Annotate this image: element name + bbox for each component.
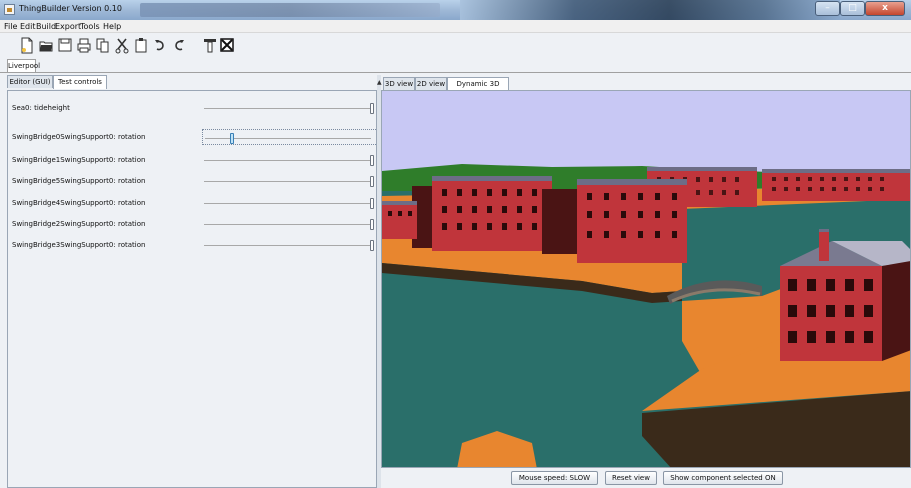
tab-2d-view[interactable]: 2D view xyxy=(415,77,447,90)
close-button[interactable]: x xyxy=(865,1,905,16)
slider-track xyxy=(204,160,372,161)
left-panel: Editor (GUI) Test controls Sea0: tidehei… xyxy=(7,75,378,488)
slider-thumb[interactable] xyxy=(370,219,374,230)
menu-build[interactable]: Build xyxy=(36,22,56,31)
menu-bar: File Edit Build Export Tools Help xyxy=(0,20,911,33)
slider-thumb[interactable] xyxy=(370,155,374,166)
maximize-button[interactable]: □ xyxy=(840,1,865,16)
slider-track xyxy=(204,181,372,182)
new-file-icon[interactable] xyxy=(20,37,34,54)
stop-icon[interactable] xyxy=(220,37,234,54)
control-slider[interactable] xyxy=(202,152,378,168)
toolbar xyxy=(0,33,911,58)
viewport-controls: Mouse speed: SLOW Reset view Show compon… xyxy=(381,468,911,488)
building-left xyxy=(412,176,552,251)
tab-dynamic-3d-view[interactable]: Dynamic 3D view xyxy=(447,77,509,100)
control-slider[interactable] xyxy=(202,237,378,253)
control-slider[interactable] xyxy=(202,173,378,189)
reset-view-button[interactable]: Reset view xyxy=(605,471,657,485)
slider-thumb[interactable] xyxy=(230,133,234,144)
slider-track xyxy=(204,108,372,109)
slider-thumb[interactable] xyxy=(370,176,374,187)
building-center xyxy=(542,179,687,263)
control-slider[interactable] xyxy=(202,195,378,211)
control-row: SwingBridge0SwingSupport0: rotation xyxy=(12,129,378,145)
slider-thumb[interactable] xyxy=(370,240,374,251)
minimize-button[interactable]: – xyxy=(815,1,840,16)
control-slider[interactable] xyxy=(202,129,378,145)
test-controls-panel: Sea0: tideheight SwingBridge0SwingSupport… xyxy=(7,90,378,488)
control-slider[interactable] xyxy=(202,216,378,232)
build-tool-icon[interactable] xyxy=(203,37,217,54)
print-icon[interactable] xyxy=(77,37,91,54)
control-row: SwingBridge2SwingSupport0: rotation xyxy=(12,216,374,232)
control-row: SwingBridge4SwingSupport0: rotation xyxy=(12,195,374,211)
control-label: Sea0: tideheight xyxy=(12,104,70,112)
control-label: SwingBridge4SwingSupport0: rotation xyxy=(12,199,146,207)
menu-tools[interactable]: Tools xyxy=(80,22,100,31)
title-bar-background xyxy=(140,3,440,17)
paste-icon[interactable] xyxy=(134,37,148,54)
control-label: SwingBridge3SwingSupport0: rotation xyxy=(12,241,146,249)
slider-track xyxy=(204,245,372,246)
slider-thumb[interactable] xyxy=(370,198,374,209)
open-folder-icon[interactable] xyxy=(39,37,53,54)
document-tab-liverpool[interactable]: Liverpool xyxy=(7,59,40,72)
control-slider[interactable] xyxy=(202,100,378,116)
building-edge-left xyxy=(382,201,417,239)
control-row: SwingBridge1SwingSupport0: rotation xyxy=(12,152,374,168)
show-component-selected-button[interactable]: Show component selected ON xyxy=(663,471,783,485)
3d-scene[interactable] xyxy=(382,91,911,468)
tab-editor-gui[interactable]: Editor (GUI) xyxy=(7,75,53,88)
tab-test-controls[interactable]: Test controls xyxy=(53,75,107,89)
window-controls: – □ x xyxy=(815,1,905,16)
slider-track xyxy=(204,203,372,204)
title-bar-background-right xyxy=(460,0,840,20)
cut-icon[interactable] xyxy=(115,37,129,54)
control-label: SwingBridge5SwingSupport0: rotation xyxy=(12,177,146,185)
control-row: SwingBridge5SwingSupport0: rotation xyxy=(12,173,374,189)
redo-icon[interactable] xyxy=(172,37,186,54)
slider-track xyxy=(204,224,372,225)
copy-icon[interactable] xyxy=(96,37,110,54)
java-app-icon xyxy=(4,4,15,15)
control-label: SwingBridge0SwingSupport0: rotation xyxy=(12,133,146,141)
menu-edit[interactable]: Edit xyxy=(20,22,36,31)
menu-help[interactable]: Help xyxy=(103,22,121,31)
control-label: SwingBridge2SwingSupport0: rotation xyxy=(12,220,146,228)
mouse-speed-button[interactable]: Mouse speed: SLOW xyxy=(511,471,598,485)
control-row: SwingBridge3SwingSupport0: rotation xyxy=(12,237,374,253)
building-far-right xyxy=(762,169,910,201)
menu-export[interactable]: Export xyxy=(55,22,81,31)
tab-3d-view[interactable]: 3D view xyxy=(383,77,415,90)
undo-icon[interactable] xyxy=(153,37,167,54)
title-bar: ThingBuilder Version 0.10 – □ x xyxy=(0,0,911,20)
control-label: SwingBridge1SwingSupport0: rotation xyxy=(12,156,146,164)
menu-file[interactable]: File xyxy=(4,22,17,31)
slider-thumb[interactable] xyxy=(370,103,374,114)
window-title: ThingBuilder Version 0.10 xyxy=(19,4,122,13)
right-panel: 3D view 2D view Dynamic 3D view xyxy=(381,75,911,488)
save-icon[interactable] xyxy=(58,37,72,54)
control-row: Sea0: tideheight xyxy=(12,100,374,116)
3d-viewport[interactable] xyxy=(381,90,911,468)
tab-divider xyxy=(0,72,911,73)
